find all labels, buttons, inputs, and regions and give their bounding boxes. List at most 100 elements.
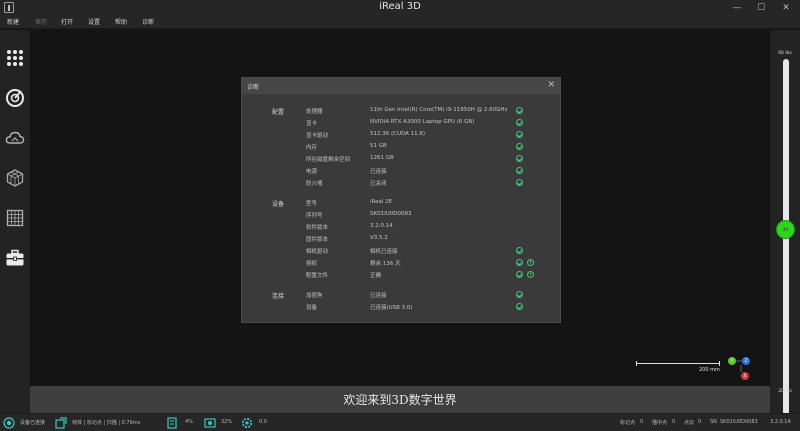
distance-slider-panel: 60 lbs 40 20 lbs [770,30,800,415]
title-bar: iReal 3D — ☐ ✕ [0,0,800,15]
row-label: 配置文件 [306,273,329,279]
row-label: 所在磁盘剩余空间 [306,157,351,163]
slider-top-label: 60 lbs [778,51,792,56]
row-label: 加密狗 [306,293,323,299]
check-ok-icon [516,271,523,278]
status-sn-label: SN [710,419,717,425]
row-value: V3.5.2 [370,235,388,241]
row-value: 11th Gen Intel(R) Core(TM) i9-11950H @ 2… [370,107,508,113]
check-ok-icon [516,179,523,186]
scale-label: 200 mm [699,367,720,373]
scan-target-icon[interactable] [5,88,25,108]
row-value: 1261 GB [370,155,394,161]
row-label: 软件版本 [306,225,329,231]
menu-settings[interactable]: 设置 [88,17,100,26]
add-license-icon[interactable]: + [527,259,534,266]
section-connection-heading: 连接 [272,293,285,300]
left-toolbar [0,30,30,413]
row-value: 已关闭 [370,181,387,187]
dialog-title: 诊断 [247,84,260,91]
row-value: iReal 2E [370,199,393,205]
menu-new[interactable]: 新建 [7,17,19,26]
check-ok-icon [516,247,523,254]
close-button[interactable]: ✕ [775,0,797,15]
app-logo-icon [4,2,14,13]
welcome-text: 欢迎来到3D数字世界 [343,393,457,407]
check-ok-icon [516,259,523,266]
slider-bottom-label: 20 lbs [778,389,792,394]
menu-diagnose[interactable]: 诊断 [142,17,154,26]
gpu-icon [204,418,216,428]
row-label: 防火墙 [306,181,323,187]
gpu-usage: 32% [221,419,233,425]
minimize-button[interactable]: — [726,0,748,15]
connection-status-icon [3,417,15,429]
window-title: iReal 3D [379,1,421,12]
row-label: 设备 [306,305,318,311]
add-config-icon[interactable]: + [527,271,534,278]
status-markers-label: 标记点 [620,420,636,426]
status-sn-value: SK01IU0D0083 [720,419,758,425]
check-ok-icon [516,143,523,150]
status-points-value: 0 [672,419,676,425]
row-label: 处理器 [306,109,323,115]
frame-info-text: 帧体 | 标记点 | 扫描 | 0.79ms [72,420,141,426]
gear-icon [241,417,253,429]
row-label: 授权 [306,261,318,267]
menu-bar: 新建 保存 打开 设置 帮助 诊断 [0,15,800,29]
diagnose-dialog: 诊断 ✕ 配置 处理器 11th Gen Intel(R) Core(TM) i… [241,77,561,323]
temperature-value: 0.0 [259,419,267,425]
section-device-heading: 设备 [272,201,285,208]
connection-status-text: 设备已连接 [20,420,46,426]
row-label: 显卡 [306,121,318,127]
row-label: 型号 [306,201,318,207]
row-label: 相机驱动 [306,249,329,255]
check-ok-icon [516,119,523,126]
memory-icon [167,417,177,429]
status-cloud-value: 0 [698,419,702,425]
row-value: 51 GB [370,143,387,149]
check-ok-icon [516,167,523,174]
grid-table-icon[interactable] [5,208,25,228]
row-value: 已连接(USB 3.0) [370,305,413,311]
check-ok-icon [516,303,523,310]
check-ok-icon [516,107,523,114]
cube-mesh-icon[interactable] [5,168,25,188]
section-config-heading: 配置 [272,109,285,116]
row-label: 显卡驱动 [306,133,329,139]
menu-help[interactable]: 帮助 [115,17,127,26]
memory-usage: 4% [185,419,193,425]
status-version: 3.2.0.14 [770,419,791,425]
menu-open[interactable]: 打开 [61,17,73,26]
status-points-label: 描中点 [652,420,668,426]
apps-grid-icon[interactable] [5,48,25,68]
cloud-icon[interactable] [5,128,25,148]
maximize-button[interactable]: ☐ [750,0,772,15]
menu-save[interactable]: 保存 [35,17,47,26]
welcome-bar: 欢迎来到3D数字世界 [30,386,770,413]
row-value: 相机已连接 [370,249,398,255]
status-markers-value: 0 [640,419,644,425]
row-value: SK01IU0D0083 [370,211,412,217]
row-value: 3.2.0.14 [370,223,393,229]
axis-gizmo-lines [736,360,742,372]
scanner-icon [55,417,67,429]
row-label: 固件版本 [306,237,329,243]
slider-knob[interactable]: 40 [776,220,795,240]
row-value: 512.36 (CUDA 11.6) [370,131,426,137]
check-ok-icon [516,291,523,298]
toolbox-icon[interactable] [5,248,25,268]
dialog-close-button[interactable]: ✕ [547,80,555,90]
row-value: 已连接 [370,169,387,175]
status-bar: 设备已连接 帧体 | 标记点 | 扫描 | 0.79ms 4% 32% 0.0 … [0,413,800,431]
row-value: 正确 [370,273,382,279]
dialog-title-bar: 诊断 ✕ [242,78,560,94]
check-ok-icon [516,155,523,162]
row-value: 已连接 [370,293,387,299]
check-ok-icon [516,131,523,138]
scale-bar [636,361,720,366]
row-label: 序列号 [306,213,323,219]
status-cloud-label: 点云 [684,420,695,426]
row-value: NVIDIA RTX A3000 Laptop GPU (6 GB) [370,119,475,125]
row-value: 剩余 136 天 [370,261,401,267]
